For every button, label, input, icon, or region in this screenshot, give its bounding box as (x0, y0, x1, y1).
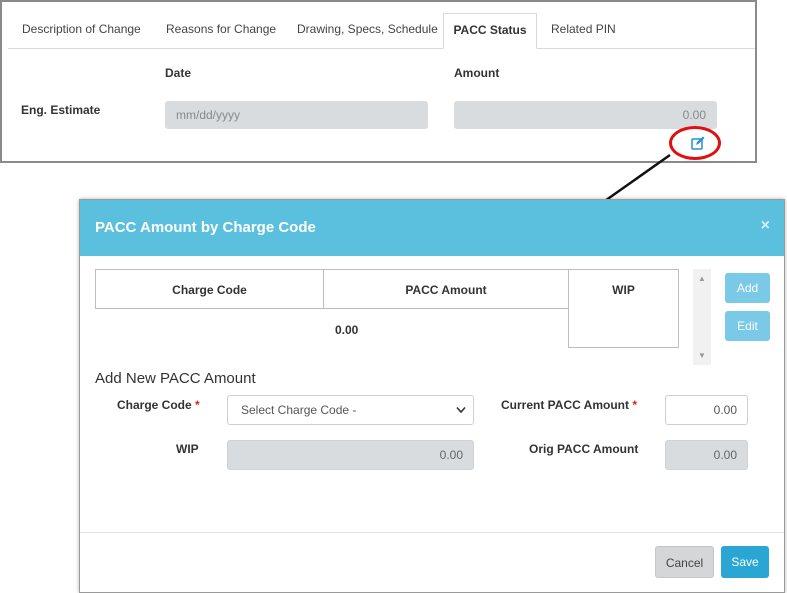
estimate-amount-input[interactable]: 0.00 (454, 101, 717, 129)
charge-code-select[interactable]: Select Charge Code - (227, 395, 474, 425)
amount-column-header: Amount (454, 66, 500, 80)
table-total-amount: 0.00 (335, 323, 359, 337)
tab-related-pin[interactable]: Related PIN (551, 13, 616, 48)
charge-code-select-value: Select Charge Code - (241, 403, 357, 417)
orig-pacc-amount-input[interactable]: 0.00 (665, 440, 748, 470)
add-button[interactable]: Add (725, 273, 770, 303)
current-pacc-amount-label: Current PACC Amount * (501, 398, 638, 412)
save-button[interactable]: Save (721, 546, 769, 578)
table-header-wip: WIP (568, 269, 679, 309)
current-pacc-amount-input[interactable]: 0.00 (665, 395, 748, 425)
tab-description-of-change[interactable]: Description of Change (22, 13, 141, 48)
table-header-charge-code: Charge Code (95, 269, 324, 309)
chevron-down-icon (456, 406, 466, 414)
required-asterisk: * (195, 398, 200, 412)
charge-code-label: Charge Code * (117, 398, 200, 412)
add-new-pacc-title: Add New PACC Amount (95, 370, 256, 387)
eng-estimate-label: Eng. Estimate (21, 103, 101, 117)
date-column-header: Date (165, 66, 192, 80)
pacc-amount-modal: PACC Amount by Charge Code × Charge Code… (79, 199, 785, 593)
edit-button[interactable]: Edit (725, 311, 770, 341)
scroll-up-icon[interactable]: ▲ (698, 274, 706, 283)
estimate-date-input[interactable]: mm/dd/yyyy (165, 101, 428, 129)
scroll-down-icon[interactable]: ▼ (698, 351, 706, 360)
table-empty-cell (568, 308, 679, 348)
wip-input[interactable]: 0.00 (227, 440, 474, 470)
cancel-button[interactable]: Cancel (655, 546, 714, 578)
tab-reasons-for-change[interactable]: Reasons for Change (166, 13, 276, 48)
modal-footer-divider (80, 532, 784, 533)
modal-title: PACC Amount by Charge Code (95, 219, 316, 236)
orig-pacc-amount-label: Orig PACC Amount (529, 442, 639, 456)
tab-drawing-specs-schedule[interactable]: Drawing, Specs, Schedule (297, 13, 438, 48)
wip-label: WIP (176, 442, 199, 456)
required-asterisk: * (632, 398, 638, 412)
pacc-panel: Description of Change Reasons for Change… (0, 0, 757, 163)
modal-header: PACC Amount by Charge Code × (80, 200, 784, 256)
tab-pacc-status[interactable]: PACC Status (443, 13, 537, 49)
table-header-pacc-amount: PACC Amount (323, 269, 569, 309)
table-scrollbar[interactable]: ▲ ▼ (693, 269, 711, 365)
tab-bar: Description of Change Reasons for Change… (8, 13, 755, 49)
close-icon[interactable]: × (761, 217, 770, 235)
highlight-circle (669, 126, 721, 160)
